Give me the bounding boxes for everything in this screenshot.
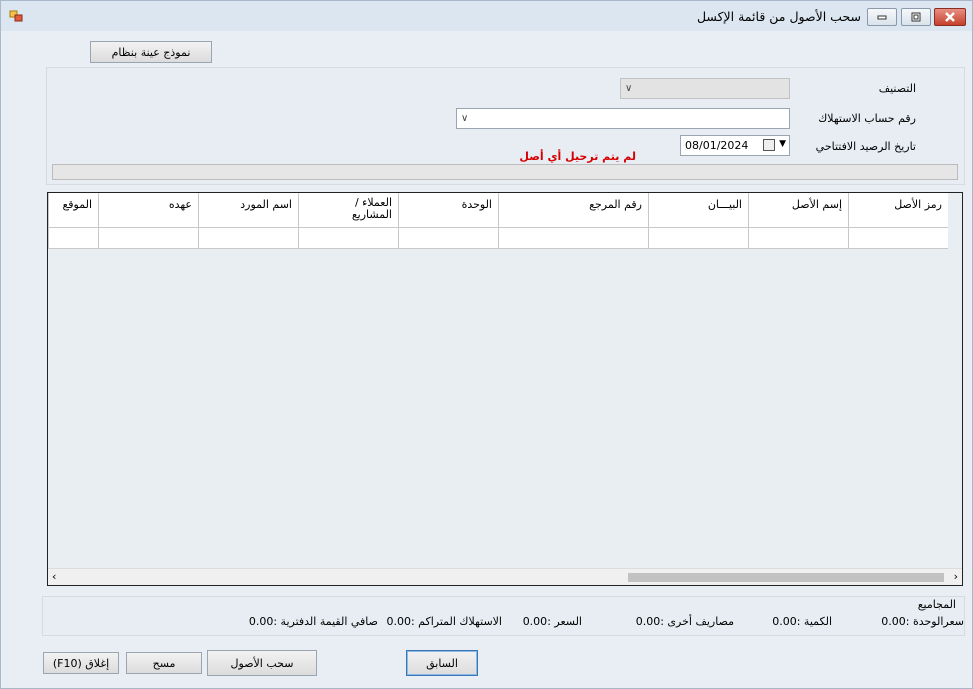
scroll-left-icon[interactable]: ‹ [52,570,56,583]
grid-header: رمز الأصل إسم الأصل البيـــان رقم المرجع… [48,193,948,228]
net-book-value-total: صافي القيمة الدفترية :0.00 [248,615,378,628]
dropdown-arrow-icon: ▼ [779,139,786,149]
minimize-icon [877,15,887,20]
close-window-button[interactable] [934,8,966,26]
column-header[interactable]: رمز الأصل [848,193,948,227]
close-icon [945,12,955,22]
chevron-down-icon: ∨ [461,113,469,124]
table-cell[interactable] [48,228,98,248]
totals-panel: المجاميع سعرالوحدة :0.00 الكمية :0.00 مص… [42,596,965,636]
table-cell[interactable] [398,228,498,248]
horizontal-scrollbar[interactable]: ‹ › [48,568,962,585]
title-bar: سحب الأصول من قائمة الإكسل [1,1,972,31]
column-header[interactable]: العملاء / المشاريع [298,193,398,227]
scroll-right-icon[interactable]: › [954,570,958,583]
table-row[interactable] [48,228,948,249]
column-header[interactable]: اسم المورد [198,193,298,227]
close-button[interactable]: إغلاق (F10) [43,652,119,674]
column-header[interactable]: الوحدة [398,193,498,227]
progress-bar [52,164,958,180]
price-total: السعر :0.00 [522,615,582,628]
chevron-down-icon: ∨ [625,83,633,94]
table-cell[interactable] [98,228,198,248]
restore-icon [911,12,921,22]
depreciation-account-label: رقم حساب الاستهلاك [818,112,916,125]
table-cell[interactable] [198,228,298,248]
quantity-total: الكمية :0.00 [772,615,832,628]
table-cell[interactable] [298,228,398,248]
app-window-icon [9,10,23,22]
date-value: 08/01/2024 [685,139,749,152]
table-cell[interactable] [848,228,948,248]
dialog-body: نموذج عينة بنظام التصنيف ∨ رقم حساب الاس… [8,31,965,684]
column-header[interactable]: عهده [98,193,198,227]
clear-button[interactable]: مسح [126,652,202,674]
pull-assets-button[interactable]: سحب الأصول [207,650,317,676]
column-header[interactable]: رقم المرجع [498,193,648,227]
totals-title: المجاميع [917,598,956,611]
column-header[interactable]: الموقع [48,193,98,227]
window-title: سحب الأصول من قائمة الإكسل [696,9,861,24]
column-header[interactable]: البيـــان [648,193,748,227]
previous-button[interactable]: السابق [406,650,478,676]
opening-balance-date-picker[interactable]: 08/01/2024 ▼ [680,135,790,156]
sample-template-button[interactable]: نموذج عينة بنظام [90,41,212,63]
minimize-button[interactable] [867,8,897,26]
table-cell[interactable] [748,228,848,248]
unit-price-total: سعرالوحدة :0.00 [881,615,964,628]
table-cell[interactable] [498,228,648,248]
assets-grid[interactable]: رمز الأصل إسم الأصل البيـــان رقم المرجع… [47,192,963,586]
main-window: سحب الأصول من قائمة الإكسل نموذج عينة بن… [0,0,973,689]
category-dropdown[interactable]: ∨ [620,78,790,99]
restore-button[interactable] [901,8,931,26]
accumulated-depreciation-total: الاستهلاك المتراكم :0.00 [386,615,502,628]
category-label: التصنيف [878,82,916,95]
table-cell[interactable] [648,228,748,248]
other-expenses-total: مصاريف أخرى :0.00 [635,615,734,628]
opening-balance-date-label: تاريخ الرصيد الافتتاحي [815,140,916,153]
posting-status-message: لم يتم ترحيل أي أصل [519,150,636,163]
depreciation-account-dropdown[interactable]: ∨ [456,108,790,129]
column-header[interactable]: إسم الأصل [748,193,848,227]
criteria-panel: التصنيف ∨ رقم حساب الاستهلاك ∨ تاريخ الر… [46,67,965,185]
scrollbar-thumb[interactable] [628,573,944,582]
calendar-icon [763,139,775,151]
